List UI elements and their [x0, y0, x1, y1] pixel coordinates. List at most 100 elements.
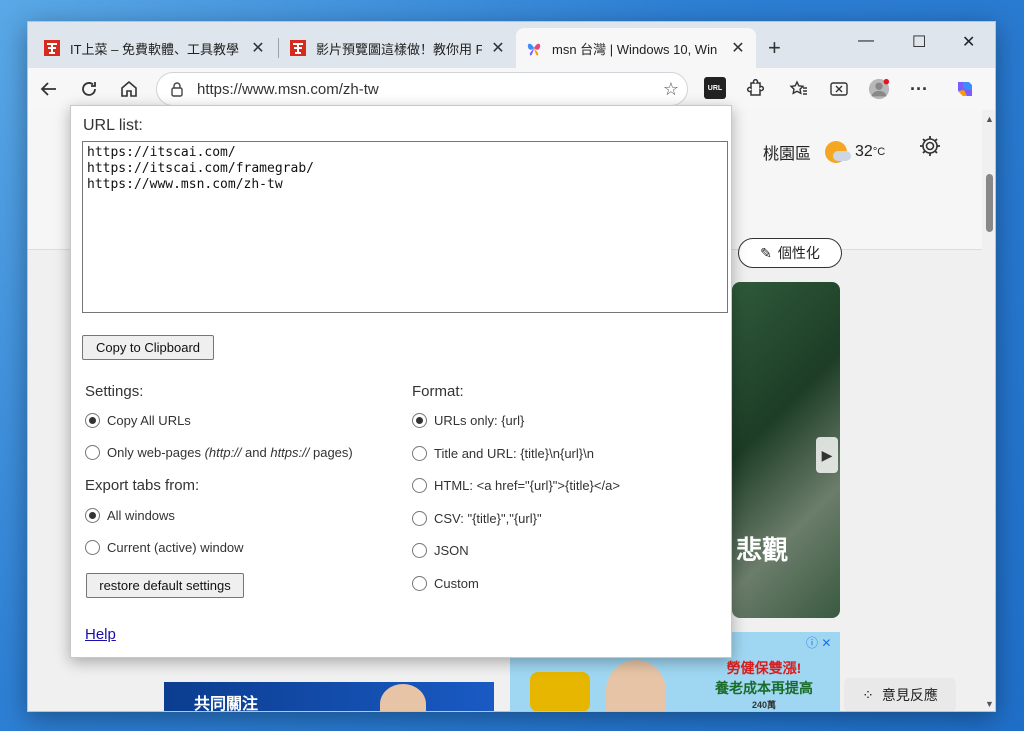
format-title-url[interactable]: Title and URL: {title}\n{url}\n	[412, 446, 594, 461]
favorites-icon[interactable]	[788, 78, 810, 100]
format-label: Title and URL: {title}\n{url}\n	[434, 446, 594, 461]
url-list-title: URL list:	[83, 117, 143, 134]
setting-suffix: pages)	[309, 445, 353, 460]
screenshot-icon[interactable]	[828, 78, 850, 100]
personalize-button[interactable]: ✎ 個性化	[738, 238, 842, 268]
tv-ad-text: 共同關注	[194, 696, 259, 712]
format-json[interactable]: JSON	[412, 543, 469, 558]
settings-heading: Settings:	[85, 383, 144, 400]
restore-defaults-button[interactable]: restore default settings	[86, 573, 244, 598]
export-current-window[interactable]: Current (active) window	[85, 540, 244, 555]
help-link[interactable]: Help	[85, 626, 116, 643]
itscai-favicon-icon	[44, 40, 60, 56]
favorite-star-icon[interactable]: ☆	[663, 79, 679, 100]
itscai-favicon-icon	[290, 40, 306, 56]
radio-format-json[interactable]	[412, 543, 427, 558]
setting-copy-all-label: Copy All URLs	[107, 413, 191, 428]
close-tab-icon[interactable]: ✕	[730, 38, 746, 58]
new-tab-icon[interactable]: +	[768, 35, 781, 61]
setting-and: and	[241, 445, 271, 460]
feedback-button[interactable]: ⁘ 意見反應	[844, 678, 956, 711]
setting-http: (http://	[204, 445, 242, 460]
setting-copy-all[interactable]: Copy All URLs	[85, 413, 191, 428]
personalize-label: 個性化	[777, 245, 820, 261]
url-extension-button[interactable]: URL	[704, 77, 726, 99]
format-html[interactable]: HTML: <a href="{url}">{title}</a>	[412, 478, 620, 493]
news-card[interactable]: 悲觀 ▶	[732, 282, 840, 618]
more-menu-icon[interactable]: ···	[908, 78, 930, 100]
format-label: JSON	[434, 543, 469, 558]
radio-format-urls[interactable]	[412, 413, 427, 428]
page-scrollbar[interactable]: ▲ ▼	[982, 110, 995, 711]
ad-line2: 養老成本再提高	[715, 680, 813, 696]
back-icon[interactable]	[38, 78, 60, 100]
url-list-textarea[interactable]: https://itscai.com/ https://itscai.com/f…	[82, 141, 728, 313]
scroll-up-icon[interactable]: ▲	[985, 114, 994, 124]
radio-current-window[interactable]	[85, 540, 100, 555]
format-label: CSV: "{title}","{url}"	[434, 511, 542, 526]
format-csv[interactable]: CSV: "{title}","{url}"	[412, 511, 542, 526]
maximize-icon[interactable]: ☐	[912, 32, 926, 52]
weather-sun-icon	[825, 141, 852, 163]
close-tab-icon[interactable]: ✕	[250, 38, 266, 58]
radio-format-html[interactable]	[412, 478, 427, 493]
extensions-puzzle-icon[interactable]	[744, 78, 766, 100]
minimize-icon[interactable]: —	[858, 32, 874, 50]
profile-avatar-icon[interactable]	[868, 78, 890, 100]
ad-line1: 勞健保雙漲!	[726, 660, 802, 676]
home-icon[interactable]	[118, 78, 140, 100]
address-bar[interactable]: https://www.msn.com/zh-tw ☆	[156, 72, 688, 106]
copy-to-clipboard-button[interactable]: Copy to Clipboard	[82, 335, 214, 360]
format-label: Custom	[434, 576, 479, 591]
edit-icon: ✎	[760, 244, 772, 261]
lock-icon	[171, 82, 183, 97]
setting-https: https://	[270, 445, 310, 460]
ad-headline: 勞健保雙漲! 養老成本再提高 240萬	[688, 658, 840, 710]
settings-gear-icon[interactable]	[918, 134, 942, 158]
radio-web-pages[interactable]	[85, 445, 100, 460]
temperature-value: 32	[855, 143, 873, 160]
copy-urls-popup: URL list: https://itscai.com/ https://it…	[70, 105, 732, 658]
ad-person-image	[606, 660, 666, 711]
feedback-label: 意見反應	[881, 687, 938, 703]
scroll-down-icon[interactable]: ▼	[985, 699, 994, 709]
close-tab-icon[interactable]: ✕	[490, 38, 506, 58]
export-current-window-label: Current (active) window	[107, 540, 244, 555]
anchor-image	[380, 684, 426, 711]
tab-itscai[interactable]: IT上菜 – 免費軟體、工具教學 ✕	[34, 28, 276, 68]
tab-framegrab[interactable]: 影片預覽圖這樣做！教你用 Fr ✕	[280, 28, 516, 68]
msn-butterfly-icon	[527, 43, 541, 56]
news-card-text: 悲觀	[736, 535, 789, 565]
radio-all-windows[interactable]	[85, 508, 100, 523]
radio-format-custom[interactable]	[412, 576, 427, 591]
export-heading: Export tabs from:	[85, 477, 200, 494]
scrollbar-thumb[interactable]	[986, 174, 993, 232]
ad-line3: 240萬	[751, 700, 777, 710]
ad-info-icon[interactable]: ⓘ ✕	[806, 634, 831, 651]
temperature-unit: °C	[872, 146, 886, 158]
radio-format-title-url[interactable]	[412, 446, 427, 461]
tab-title: IT上菜 – 免費軟體、工具教學	[70, 41, 240, 57]
copilot-icon[interactable]	[954, 78, 976, 100]
location-text: 桃園區	[763, 146, 812, 163]
export-all-windows-label: All windows	[107, 508, 175, 523]
format-heading: Format:	[412, 383, 464, 400]
format-label: HTML: <a href="{url}">{title}</a>	[434, 478, 620, 493]
tv-ad-card[interactable]: 共同關注	[164, 682, 494, 712]
tab-msn[interactable]: msn 台灣 | Windows 10, Win ✕	[516, 28, 756, 68]
format-custom[interactable]: Custom	[412, 576, 479, 591]
close-window-icon[interactable]: ✕	[962, 32, 975, 52]
radio-copy-all[interactable]	[85, 413, 100, 428]
next-arrow-icon[interactable]: ▶	[816, 437, 838, 473]
setting-web-pages[interactable]: Only web-pages (http:// and https:// pag…	[85, 445, 353, 460]
weather-widget[interactable]: 桃園區 32 °C	[763, 140, 885, 164]
address-text: https://www.msn.com/zh-tw	[197, 80, 379, 98]
feedback-icon: ⁘	[862, 686, 874, 703]
export-all-windows[interactable]: All windows	[85, 508, 175, 523]
radio-format-csv[interactable]	[412, 511, 427, 526]
format-urls-only[interactable]: URLs only: {url}	[412, 413, 524, 428]
refresh-icon[interactable]	[78, 78, 100, 100]
tab-title: 影片預覽圖這樣做！教你用 Fr	[316, 41, 482, 57]
tab-title: msn 台灣 | Windows 10, Win	[552, 41, 718, 57]
setting-web-pages-prefix: Only web-pages	[107, 445, 205, 460]
